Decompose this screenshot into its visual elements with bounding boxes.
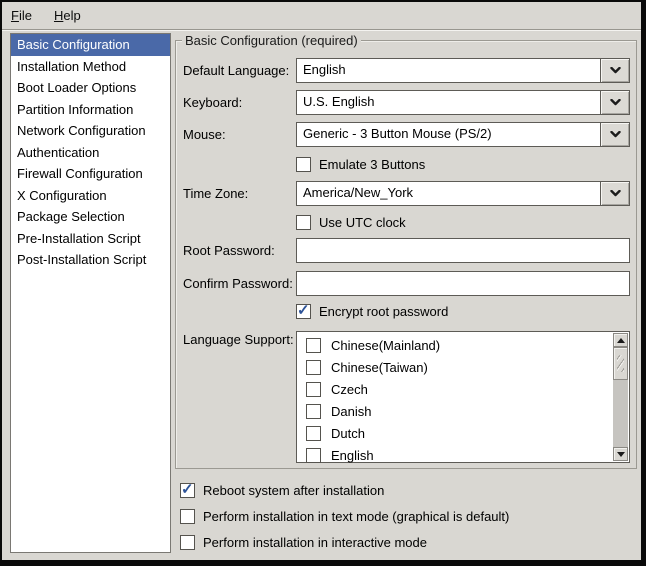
- sidebar-item[interactable]: Network Configuration: [11, 120, 170, 142]
- window-frame: File Help Basic Configuration Installati…: [0, 0, 646, 566]
- language-option-label: Dutch: [331, 426, 365, 441]
- scrollbar-thumb[interactable]: [613, 347, 628, 380]
- mouse-combobox[interactable]: Generic - 3 Button Mouse (PS/2): [296, 122, 630, 147]
- language-option[interactable]: ✓ Chinese(Mainland): [297, 334, 613, 356]
- triangle-down-icon: [617, 452, 625, 457]
- chevron-down-icon: [610, 67, 621, 74]
- checkbox-box[interactable]: ✓: [306, 448, 321, 463]
- triangle-up-icon: [617, 338, 625, 343]
- time-zone-label: Time Zone:: [183, 181, 248, 206]
- sidebar-item[interactable]: Package Selection: [11, 206, 170, 228]
- root-password-label: Root Password:: [183, 238, 275, 263]
- grip-icon: [617, 355, 624, 372]
- scroll-up-button[interactable]: [613, 333, 628, 347]
- kickstart-configurator-window: File Help Basic Configuration Installati…: [2, 2, 641, 560]
- footer-options: ✓ Reboot system after installation ✓ Per…: [180, 482, 509, 560]
- chevron-down-icon: [610, 190, 621, 197]
- dropdown-button[interactable]: [600, 182, 629, 205]
- confirm-password-label: Confirm Password:: [183, 271, 293, 296]
- chevron-down-icon: [610, 99, 621, 106]
- checkbox-box[interactable]: ✓: [180, 509, 195, 524]
- dropdown-button[interactable]: [600, 91, 629, 114]
- keyboard-label: Keyboard:: [183, 90, 242, 115]
- frame-title: Basic Configuration (required): [182, 33, 361, 48]
- checkbox-label: Encrypt root password: [319, 304, 448, 319]
- checkbox-box[interactable]: ✓: [306, 360, 321, 375]
- sidebar-item[interactable]: Boot Loader Options: [11, 77, 170, 99]
- checkbox-box[interactable]: ✓: [296, 157, 311, 172]
- language-support-list[interactable]: ✓ Chinese(Mainland) ✓ Chinese(Taiwan) ✓ …: [296, 331, 630, 463]
- checkbox-label: Reboot system after installation: [203, 483, 384, 498]
- combo-value: English: [303, 59, 346, 81]
- footer-option-checkbox[interactable]: ✓ Reboot system after installation: [180, 482, 509, 499]
- language-support-label: Language Support:: [183, 329, 294, 351]
- confirm-password-input[interactable]: [296, 271, 630, 296]
- time-zone-combobox[interactable]: America/New_York: [296, 181, 630, 206]
- sidebar-item[interactable]: Authentication: [11, 142, 170, 164]
- combo-value: U.S. English: [303, 91, 375, 113]
- checkbox-label: Perform installation in text mode (graph…: [203, 509, 509, 524]
- sidebar-item[interactable]: X Configuration: [11, 185, 170, 207]
- sidebar-item[interactable]: Firewall Configuration: [11, 163, 170, 185]
- checkbox-box[interactable]: ✓: [180, 535, 195, 550]
- checkbox-box[interactable]: ✓: [306, 338, 321, 353]
- sidebar-nav[interactable]: Basic Configuration Installation Method …: [10, 33, 171, 553]
- language-option[interactable]: ✓ English: [297, 444, 613, 466]
- default-language-combobox[interactable]: English: [296, 58, 630, 83]
- checkbox-box[interactable]: ✓: [306, 382, 321, 397]
- dropdown-button[interactable]: [600, 123, 629, 146]
- emulate-3-buttons-checkbox[interactable]: ✓ Emulate 3 Buttons: [296, 156, 425, 173]
- footer-option-checkbox[interactable]: ✓ Perform installation in text mode (gra…: [180, 508, 509, 525]
- root-password-input[interactable]: [296, 238, 630, 263]
- checkbox-box[interactable]: ✓: [296, 304, 311, 319]
- menubar: File Help: [2, 2, 641, 30]
- checkbox-label: Use UTC clock: [319, 215, 406, 230]
- checkbox-box[interactable]: ✓: [306, 426, 321, 441]
- combo-value: America/New_York: [303, 182, 413, 204]
- checkbox-box[interactable]: ✓: [180, 483, 195, 498]
- checkbox-box[interactable]: ✓: [296, 215, 311, 230]
- checkbox-label: Perform installation in interactive mode: [203, 535, 427, 550]
- default-language-label: Default Language:: [183, 58, 289, 83]
- language-option[interactable]: ✓ Danish: [297, 400, 613, 422]
- keyboard-combobox[interactable]: U.S. English: [296, 90, 630, 115]
- language-option-label: Danish: [331, 404, 371, 419]
- encrypt-root-password-checkbox[interactable]: ✓ Encrypt root password: [296, 303, 448, 320]
- scrollbar[interactable]: [613, 333, 628, 461]
- menu-help[interactable]: Help: [54, 8, 81, 23]
- language-option[interactable]: ✓ Dutch: [297, 422, 613, 444]
- language-option-label: Czech: [331, 382, 368, 397]
- menu-file[interactable]: File: [11, 8, 32, 23]
- checkmark-icon: ✓: [297, 301, 310, 319]
- dropdown-button[interactable]: [600, 59, 629, 82]
- language-option-label: Chinese(Taiwan): [331, 360, 428, 375]
- sidebar-item[interactable]: Partition Information: [11, 99, 170, 121]
- combo-value: Generic - 3 Button Mouse (PS/2): [303, 123, 492, 145]
- sidebar-item[interactable]: Post-Installation Script: [11, 249, 170, 271]
- checkbox-label: Emulate 3 Buttons: [319, 157, 425, 172]
- sidebar-item[interactable]: Installation Method: [11, 56, 170, 78]
- checkmark-icon: ✓: [181, 480, 194, 498]
- use-utc-clock-checkbox[interactable]: ✓ Use UTC clock: [296, 214, 406, 231]
- language-option-label: English: [331, 448, 374, 463]
- sidebar-item[interactable]: Pre-Installation Script: [11, 228, 170, 250]
- language-option-label: Chinese(Mainland): [331, 338, 440, 353]
- scroll-down-button[interactable]: [613, 447, 628, 461]
- footer-option-checkbox[interactable]: ✓ Perform installation in interactive mo…: [180, 534, 509, 551]
- chevron-down-icon: [610, 131, 621, 138]
- sidebar-item[interactable]: Basic Configuration: [11, 34, 170, 56]
- mouse-label: Mouse:: [183, 122, 226, 147]
- checkbox-box[interactable]: ✓: [306, 404, 321, 419]
- language-option[interactable]: ✓ Chinese(Taiwan): [297, 356, 613, 378]
- language-option[interactable]: ✓ Czech: [297, 378, 613, 400]
